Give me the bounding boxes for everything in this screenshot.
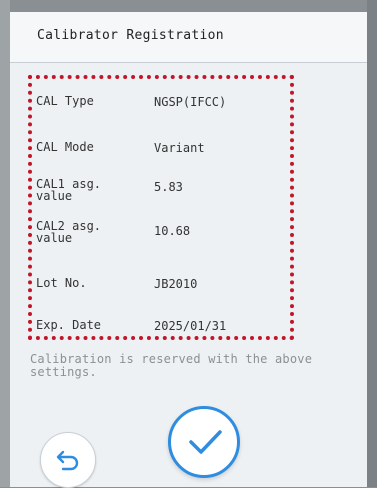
exp-date-value: 2025/01/31 [154,319,227,333]
lot-label: Lot No. [36,276,87,290]
checkmark-icon [189,430,222,454]
dialog-title: Calibrator Registration [37,28,224,43]
cal1-value: 5.83 [154,180,183,194]
right-background-strip [367,0,377,487]
cal1-label: CAL1 asg. value [36,178,116,202]
cal1-label-line2: value [36,189,73,203]
reservation-note-line2: settings. [30,365,97,379]
cal-mode-value: Variant [154,141,205,155]
highlight-frame [28,75,294,340]
cal-mode-label: CAL Mode [36,140,94,154]
back-button[interactable] [40,432,96,488]
calibrator-registration-dialog: Calibrator Registration CAL Type NGSP(IF… [10,12,367,488]
cal-type-value: NGSP(IFCC) [154,95,227,109]
cal2-label: CAL2 asg. value [36,220,116,244]
left-background-strip [0,0,10,487]
lot-value: JB2010 [154,277,198,291]
cal-type-label: CAL Type [36,94,94,108]
cal2-label-line2: value [36,231,73,245]
reservation-note-line1: Calibration is reserved with the above [30,352,313,366]
reservation-note: Calibration is reserved with the above s… [30,353,330,379]
dialog-header: Calibrator Registration [10,12,367,63]
undo-arrow-icon [56,450,79,471]
exp-date-label: Exp. Date [36,318,102,332]
cal2-value: 10.68 [154,224,191,238]
confirm-button[interactable] [168,406,240,478]
